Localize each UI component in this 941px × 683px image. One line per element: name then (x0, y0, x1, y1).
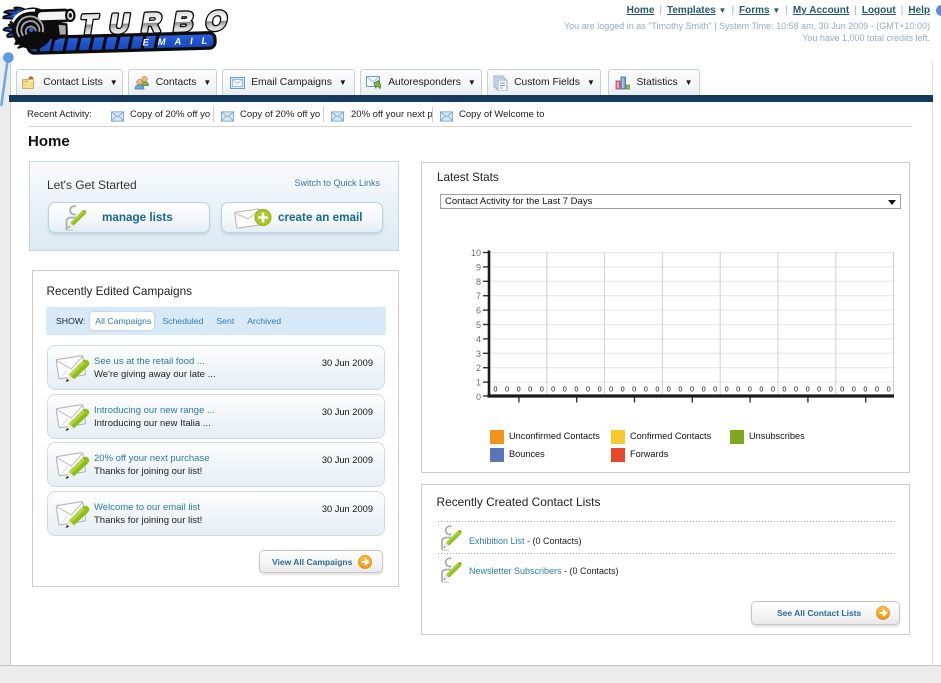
svg-text:0: 0 (840, 385, 844, 394)
svg-text:0: 0 (817, 385, 821, 394)
svg-text:6: 6 (476, 306, 481, 316)
svg-text:0: 0 (725, 385, 729, 394)
svg-text:0: 0 (759, 385, 763, 394)
svg-text:0: 0 (505, 385, 509, 394)
svg-text:0: 0 (528, 385, 532, 394)
svg-text:0: 0 (493, 385, 497, 394)
svg-text:0: 0 (598, 385, 602, 394)
svg-text:0: 0 (702, 385, 706, 394)
svg-text:9: 9 (476, 262, 481, 272)
svg-text:0: 0 (586, 385, 590, 394)
svg-text:0: 0 (852, 385, 856, 394)
svg-text:0: 0 (736, 385, 740, 394)
svg-text:0: 0 (551, 385, 555, 394)
svg-text:3: 3 (476, 349, 481, 359)
svg-text:0: 0 (713, 385, 717, 394)
svg-text:8: 8 (476, 277, 481, 287)
svg-text:2: 2 (476, 363, 481, 373)
svg-text:0: 0 (875, 385, 879, 394)
svg-text:0: 0 (476, 392, 481, 402)
svg-text:5: 5 (476, 320, 481, 330)
svg-text:0: 0 (887, 385, 891, 394)
svg-text:10: 10 (471, 248, 481, 258)
svg-text:4: 4 (476, 334, 481, 344)
svg-text:0: 0 (655, 385, 659, 394)
svg-text:0: 0 (621, 385, 625, 394)
svg-text:0: 0 (690, 385, 694, 394)
svg-text:0: 0 (563, 385, 567, 394)
svg-text:0: 0 (782, 385, 786, 394)
svg-text:0: 0 (667, 385, 671, 394)
svg-text:1: 1 (476, 378, 481, 388)
svg-text:0: 0 (574, 385, 578, 394)
svg-text:0: 0 (806, 385, 810, 394)
svg-text:0: 0 (632, 385, 636, 394)
svg-text:0: 0 (540, 385, 544, 394)
svg-text:0: 0 (829, 385, 833, 394)
svg-text:0: 0 (771, 385, 775, 394)
svg-text:0: 0 (609, 385, 613, 394)
svg-text:0: 0 (644, 385, 648, 394)
svg-text:0: 0 (678, 385, 682, 394)
svg-text:0: 0 (748, 385, 752, 394)
svg-text:0: 0 (517, 385, 521, 394)
svg-text:0: 0 (863, 385, 867, 394)
svg-text:7: 7 (476, 291, 481, 301)
svg-text:0: 0 (794, 385, 798, 394)
